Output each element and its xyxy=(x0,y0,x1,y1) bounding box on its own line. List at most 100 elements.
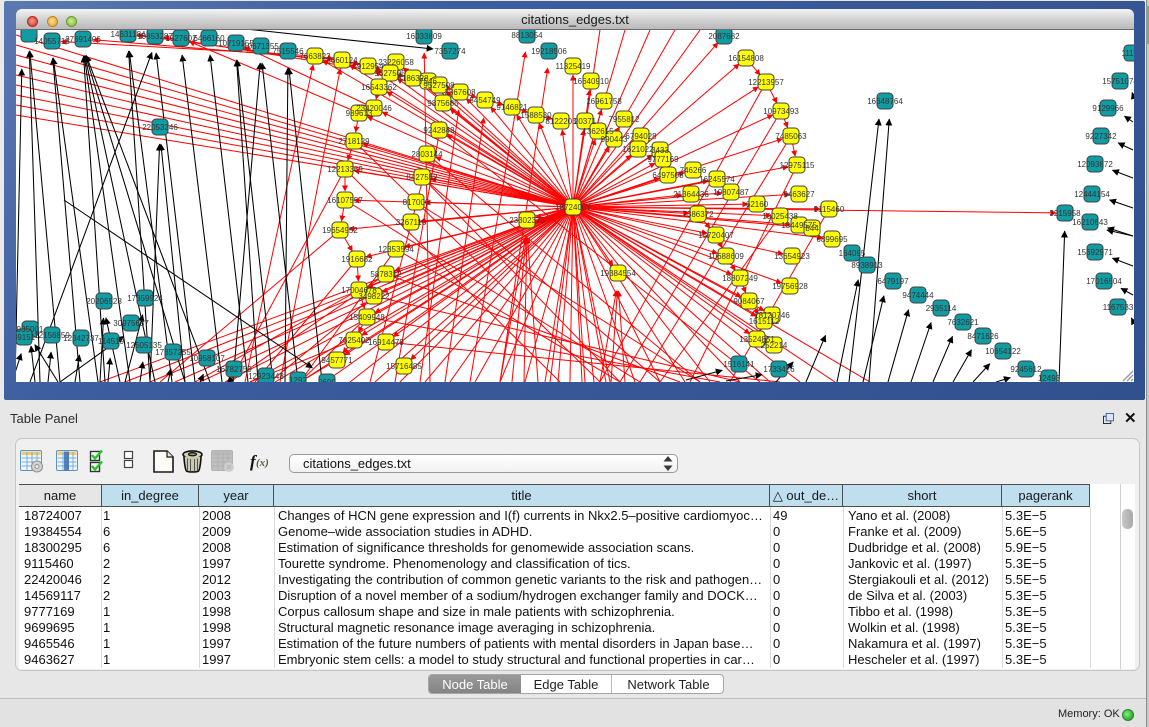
svg-text:746266: 746266 xyxy=(680,166,707,175)
svg-text:16033809: 16033809 xyxy=(406,32,442,41)
svg-text:1733426: 1733426 xyxy=(763,365,795,374)
svg-text:10654122: 10654122 xyxy=(985,347,1021,356)
svg-text:23226058: 23226058 xyxy=(378,58,414,67)
svg-text:1621022: 1621022 xyxy=(622,145,654,154)
svg-text:10958107: 10958107 xyxy=(189,354,225,363)
svg-text:15692971: 15692971 xyxy=(1077,248,1113,257)
svg-text:9699: 9699 xyxy=(318,378,336,382)
svg-text:164095: 164095 xyxy=(839,249,866,258)
svg-text:19654952: 19654952 xyxy=(322,226,358,235)
svg-text:12353594: 12353594 xyxy=(378,245,414,254)
svg-text:6899695: 6899695 xyxy=(816,235,848,244)
svg-text:15716485: 15716485 xyxy=(386,362,422,371)
svg-text:5878312: 5878312 xyxy=(370,270,402,279)
svg-text:12093872: 12093872 xyxy=(1077,160,1113,169)
svg-text:19384554: 19384554 xyxy=(600,269,636,278)
svg-text:8427552: 8427552 xyxy=(406,173,438,182)
svg-text:11131: 11131 xyxy=(1121,49,1134,58)
svg-text:12444154: 12444154 xyxy=(1074,190,1110,199)
svg-text:2718129: 2718129 xyxy=(338,137,370,146)
svg-text:21364436: 21364436 xyxy=(673,190,709,199)
svg-text:8938913: 8938913 xyxy=(851,261,883,270)
svg-text:16640910: 16640910 xyxy=(573,77,609,86)
svg-text:18807249: 18807249 xyxy=(722,274,758,283)
svg-text:1167533: 1167533 xyxy=(1103,303,1134,312)
svg-text:15409948: 15409948 xyxy=(349,313,385,322)
svg-text:12213957: 12213957 xyxy=(748,78,784,87)
svg-text:2935114: 2935114 xyxy=(926,304,957,313)
svg-text:19756928: 19756928 xyxy=(772,282,808,291)
svg-text:3498222: 3498222 xyxy=(358,292,390,301)
svg-text:17359924: 17359924 xyxy=(127,294,163,303)
svg-text:10973493: 10973493 xyxy=(763,107,799,116)
svg-text:2803144: 2803144 xyxy=(411,150,443,159)
svg-text:6497508: 6497508 xyxy=(652,171,684,180)
svg-text:8122203: 8122203 xyxy=(545,117,577,126)
svg-text:12975115: 12975115 xyxy=(780,161,816,170)
svg-text:13654923: 13654923 xyxy=(774,252,810,261)
svg-text:12213369: 12213369 xyxy=(327,165,363,174)
svg-text:16543362: 16543362 xyxy=(361,83,397,92)
svg-text:62160: 62160 xyxy=(746,200,769,209)
svg-text:27691406: 27691406 xyxy=(65,35,101,44)
svg-text:817006: 817006 xyxy=(403,198,430,207)
svg-text:9457771: 9457771 xyxy=(321,356,353,365)
svg-text:2087682: 2087682 xyxy=(708,32,740,41)
svg-text:6794028: 6794028 xyxy=(625,132,657,141)
svg-text:1916682: 1916682 xyxy=(341,255,373,264)
svg-text:9227342: 9227342 xyxy=(1085,132,1117,141)
svg-text:20371: 20371 xyxy=(574,117,597,126)
svg-text:11325419: 11325419 xyxy=(556,62,592,71)
svg-text:9115460: 9115460 xyxy=(814,205,845,214)
svg-text:7625402: 7625402 xyxy=(338,336,370,345)
svg-text:15720407: 15720407 xyxy=(698,231,734,240)
svg-text:6479197: 6479197 xyxy=(877,277,909,286)
svg-text:16914479: 16914479 xyxy=(368,338,404,347)
svg-text:9084067: 9084067 xyxy=(733,297,765,306)
svg-text:9777169: 9777169 xyxy=(647,155,679,164)
svg-text:8813054: 8813054 xyxy=(511,31,543,40)
svg-text:12342737: 12342737 xyxy=(63,334,99,343)
svg-text:16107557: 16107557 xyxy=(327,196,363,205)
svg-text:7485063: 7485063 xyxy=(775,132,807,141)
svg-text:7357274: 7357274 xyxy=(434,47,466,56)
svg-text:18724007: 18724007 xyxy=(555,203,591,212)
svg-text:16245574: 16245574 xyxy=(699,175,735,184)
svg-text:39151: 39151 xyxy=(16,333,36,342)
svg-text:9242848: 9242848 xyxy=(423,126,455,135)
svg-text:7632621: 7632621 xyxy=(947,318,979,327)
svg-text:989613: 989613 xyxy=(346,109,373,118)
svg-text:16961758: 16961758 xyxy=(586,97,622,106)
svg-text:16782759: 16782759 xyxy=(216,365,252,374)
svg-text:1527602: 1527602 xyxy=(165,34,197,43)
svg-text:990443: 990443 xyxy=(601,135,628,144)
svg-text:8471626: 8471626 xyxy=(967,332,999,341)
svg-text:23302373: 23302373 xyxy=(509,216,545,225)
svg-text:7386372: 7386372 xyxy=(682,210,714,219)
svg-text:12493: 12493 xyxy=(1038,374,1061,382)
svg-text:16154808: 16154808 xyxy=(728,54,764,63)
svg-text:252214: 252214 xyxy=(761,341,788,350)
svg-text:12923448: 12923448 xyxy=(248,372,284,381)
svg-text:844: 844 xyxy=(805,224,819,233)
svg-text:10807487: 10807487 xyxy=(713,188,749,197)
svg-text:19218506: 19218506 xyxy=(531,47,567,56)
svg-text:3215958: 3215958 xyxy=(1049,209,1081,218)
svg-text:3267110: 3267110 xyxy=(396,218,427,227)
svg-text:9463627: 9463627 xyxy=(783,190,815,199)
svg-text:10025438: 10025438 xyxy=(762,212,798,221)
svg-text:20206528: 20206528 xyxy=(86,297,122,306)
svg-text:9474444: 9474444 xyxy=(902,291,934,300)
svg-text:9245612: 9245612 xyxy=(1010,365,1042,374)
svg-text:9875685: 9875685 xyxy=(427,99,459,108)
svg-text:114519: 114519 xyxy=(98,337,125,346)
svg-text:17857255: 17857255 xyxy=(155,348,191,357)
svg-text:22053346: 22053346 xyxy=(142,123,178,132)
svg-text:9129966: 9129966 xyxy=(1092,104,1124,113)
svg-text:(x): (x) xyxy=(256,457,269,469)
svg-text:10688609: 10688609 xyxy=(708,252,744,261)
svg-text:15751074: 15751074 xyxy=(1102,77,1134,86)
svg-text:16210643: 16210643 xyxy=(1072,218,1108,227)
svg-text:1292: 1292 xyxy=(289,376,307,382)
svg-text:1516141: 1516141 xyxy=(723,360,755,369)
